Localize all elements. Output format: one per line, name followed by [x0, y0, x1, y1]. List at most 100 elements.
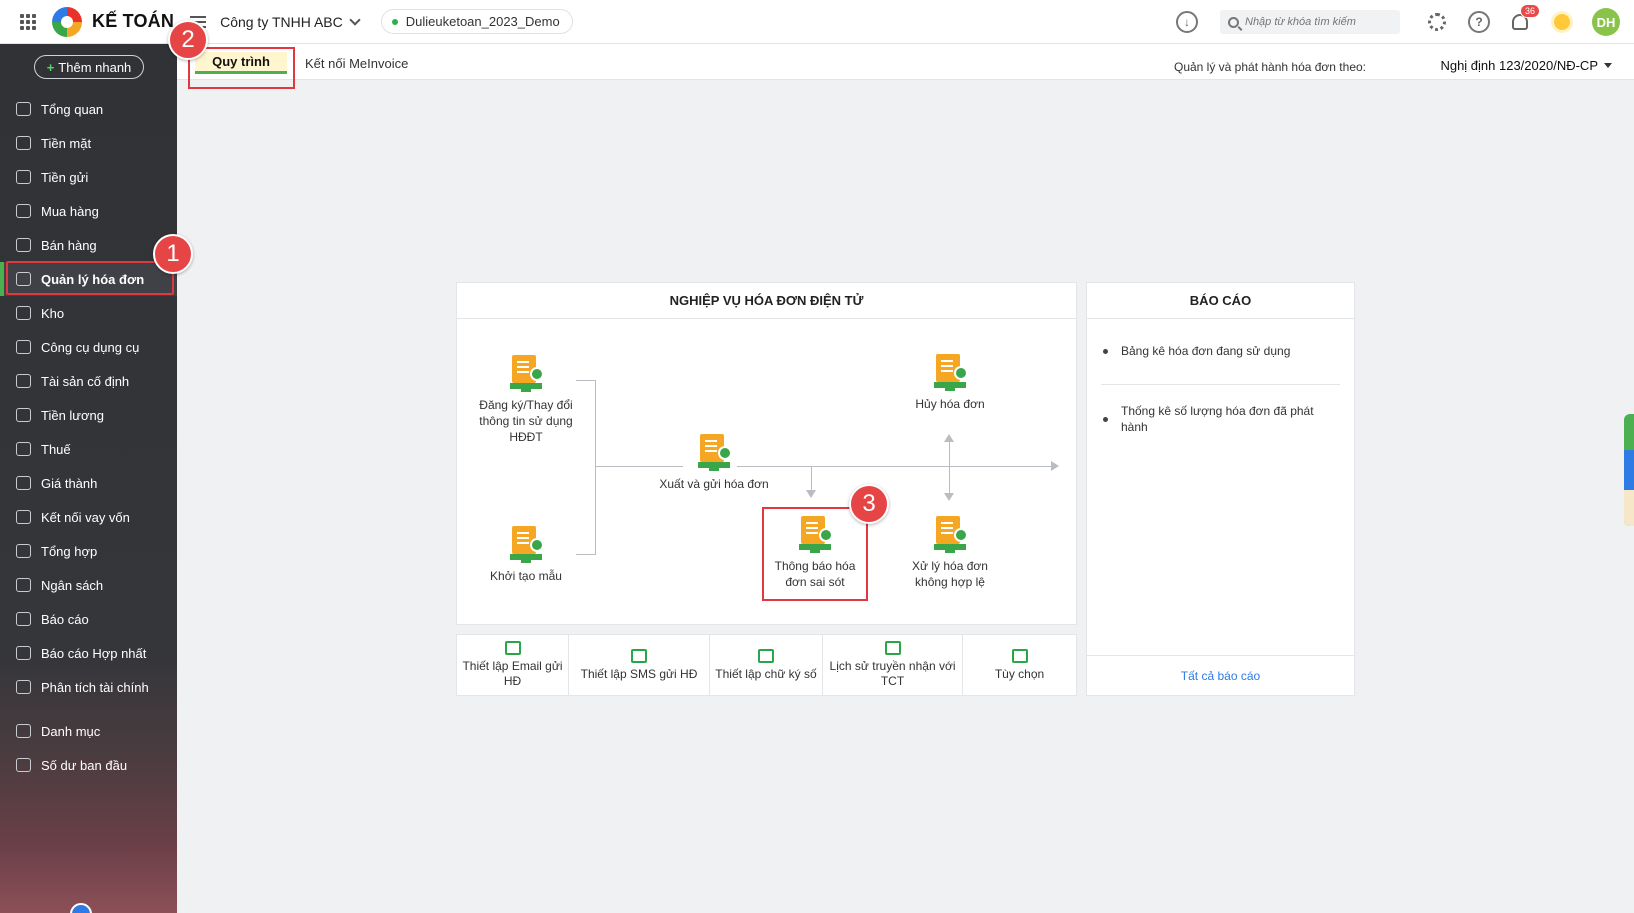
sidebar-item-deposit[interactable]: Tiền gửi: [0, 160, 177, 194]
tools-icon: [16, 340, 31, 354]
top-bar: KẾ TOÁN Công ty TNHH ABC Dulieuketoan_20…: [0, 0, 1634, 44]
flow-line: [811, 466, 812, 490]
sidebar-item-label: Tổng hợp: [41, 543, 98, 559]
email-settings-button[interactable]: Thiết lập Email gửi HĐ: [457, 635, 569, 695]
report-link-invoice-list[interactable]: Bảng kê hóa đơn đang sử dụng: [1121, 343, 1341, 359]
node-invalid-invoice[interactable]: Xử lý hóa đơn không hợp lệ: [898, 516, 1002, 590]
loan-icon: [16, 510, 31, 524]
sidebar-item-label: Tổng quan: [41, 101, 104, 117]
register-edit-icon: [510, 355, 544, 392]
arrow-down-icon: [944, 493, 954, 501]
bullet-icon: [1103, 349, 1108, 354]
sms-settings-button[interactable]: Thiết lập SMS gửi HĐ: [569, 635, 710, 695]
price-tag-icon: [16, 476, 31, 490]
sidebar-item-payroll[interactable]: Tiền lương: [0, 398, 177, 432]
sidebar-item-fixed-assets[interactable]: Tài sản cố định: [0, 364, 177, 398]
node-register[interactable]: Đăng ký/Thay đổi thông tin sử dụng HĐĐT: [478, 355, 574, 445]
highlight-box-step-1: [6, 261, 174, 295]
lightbulb-icon[interactable]: [1554, 14, 1570, 30]
company-name: Công ty TNHH ABC: [220, 13, 343, 30]
sidebar-item-purchase[interactable]: Mua hàng: [0, 194, 177, 228]
download-icon[interactable]: ↓: [1176, 11, 1198, 33]
node-label: Hủy hóa đơn: [915, 397, 985, 411]
sidebar-item-label: Mua hàng: [41, 203, 99, 219]
flow-line: [576, 380, 596, 381]
template-add-icon: [510, 526, 544, 563]
status-dot-icon: [391, 18, 398, 25]
warehouse-icon: [16, 306, 31, 320]
cart-icon: [16, 238, 31, 252]
search-box[interactable]: [1220, 10, 1400, 34]
sidebar-item-label: Giá thành: [41, 475, 98, 491]
sidebar-item-label: Số dư ban đầu: [41, 757, 128, 773]
settings-gear-icon[interactable]: [1428, 13, 1446, 31]
flow-line: [595, 380, 596, 555]
sidebar-item-budget[interactable]: Ngân sách: [0, 568, 177, 602]
node-label: Đăng ký/Thay đổi thông tin sử dụng HĐĐT: [479, 398, 573, 444]
node-label: Xuất và gửi hóa đơn: [659, 477, 769, 491]
company-selector[interactable]: Công ty TNHH ABC: [220, 13, 361, 30]
sidebar-item-tax[interactable]: Thuế: [0, 432, 177, 466]
budget-icon: [16, 578, 31, 592]
node-cancel-invoice[interactable]: Hủy hóa đơn: [902, 354, 998, 412]
notification-bell-icon[interactable]: 36: [1512, 4, 1541, 30]
arrow-right-icon: [1051, 461, 1059, 471]
sidebar-item-reports[interactable]: Báo cáo: [0, 602, 177, 636]
workflow-title: NGHIỆP VỤ HÓA ĐƠN ĐIỆN TỬ: [457, 283, 1076, 319]
digital-signature-button[interactable]: Thiết lập chữ ký số: [710, 635, 823, 695]
sidebar-item-summary[interactable]: Tổng hợp: [0, 534, 177, 568]
quick-add-button[interactable]: + Thêm nhanh: [34, 55, 144, 79]
quick-add-label: Thêm nhanh: [58, 59, 132, 75]
user-avatar[interactable]: DH: [1592, 8, 1620, 36]
all-reports-link[interactable]: Tất cả báo cáo: [1087, 655, 1354, 695]
side-drawer-tab-bottom[interactable]: [1624, 490, 1634, 526]
sidebar-item-label: Tiền mặt: [41, 135, 92, 151]
sidebar-item-label: Tiền lương: [41, 407, 104, 423]
list-icon: [16, 724, 31, 738]
sidebar-item-label: Thuế: [41, 441, 71, 457]
sidebar-item-tools[interactable]: Công cụ dụng cụ: [0, 330, 177, 364]
sidebar-item-overview[interactable]: Tổng quan: [0, 92, 177, 126]
sidebar-item-label: Tài sản cố định: [41, 373, 130, 389]
car-icon: [16, 374, 31, 388]
warning-invoice-icon: [934, 516, 968, 553]
line-chart-icon: [16, 680, 31, 694]
bar-chart-icon: [16, 612, 31, 626]
database-selector[interactable]: Dulieuketoan_2023_Demo: [380, 9, 573, 34]
sidebar-item-opening-balance[interactable]: Số dư ban đầu: [0, 748, 177, 782]
node-template[interactable]: Khởi tạo mẫu: [478, 526, 574, 584]
sidebar-item-catalog[interactable]: Danh mục: [0, 714, 177, 748]
options-button[interactable]: Tùy chọn: [963, 635, 1076, 695]
sub-header: Quy trình Kết nối MeInvoice Quản lý và p…: [177, 44, 1634, 80]
notification-badge: 36: [1520, 4, 1541, 18]
top-right-tools: ↓ ? 36 DH: [1176, 0, 1634, 44]
sidebar-item-label: Ngân sách: [41, 577, 104, 593]
signature-pen-icon: [758, 648, 774, 663]
tab-meinvoice-connection[interactable]: Kết nối MeInvoice: [305, 56, 408, 71]
pie-chart-icon: [16, 102, 31, 116]
sidebar-item-consolidated-reports[interactable]: Báo cáo Hợp nhất: [0, 636, 177, 670]
node-issue-invoice[interactable]: Xuất và gửi hóa đơn: [650, 434, 778, 492]
search-input[interactable]: [1245, 16, 1395, 28]
sidebar-item-cash[interactable]: Tiền mặt: [0, 126, 177, 160]
sidebar-item-financial-analysis[interactable]: Phân tích tài chính: [0, 670, 177, 704]
regulation-selector[interactable]: Nghị định 123/2020/NĐ-CP: [1440, 58, 1612, 73]
report-link-issued-stats[interactable]: Thống kê số lượng hóa đơn đã phát hành: [1121, 403, 1331, 435]
logo-icon: [52, 6, 82, 37]
app-grid-icon[interactable]: [20, 13, 36, 30]
sms-icon: [631, 648, 647, 663]
reports-panel: BÁO CÁO Bảng kê hóa đơn đang sử dụng Thố…: [1086, 282, 1355, 696]
sidebar-item-warehouse[interactable]: Kho: [0, 296, 177, 330]
sidebar-item-loan[interactable]: Kết nối vay vốn: [0, 500, 177, 534]
arrow-up-icon: [944, 434, 954, 442]
sidebar-item-cost[interactable]: Giá thành: [0, 466, 177, 500]
bullet-icon: [1103, 417, 1108, 422]
expand-panel-icon[interactable]: [1624, 450, 1634, 490]
flow-line: [737, 466, 1051, 467]
payroll-icon: [16, 408, 31, 422]
highlight-box-step-2: [188, 47, 295, 89]
sidebar-item-sales[interactable]: Bán hàng: [0, 228, 177, 262]
help-icon[interactable]: ?: [1468, 11, 1490, 33]
transmission-history-button[interactable]: Lịch sử truyền nhận với TCT: [823, 635, 963, 695]
regulation-value: Nghị định 123/2020/NĐ-CP: [1440, 58, 1598, 73]
